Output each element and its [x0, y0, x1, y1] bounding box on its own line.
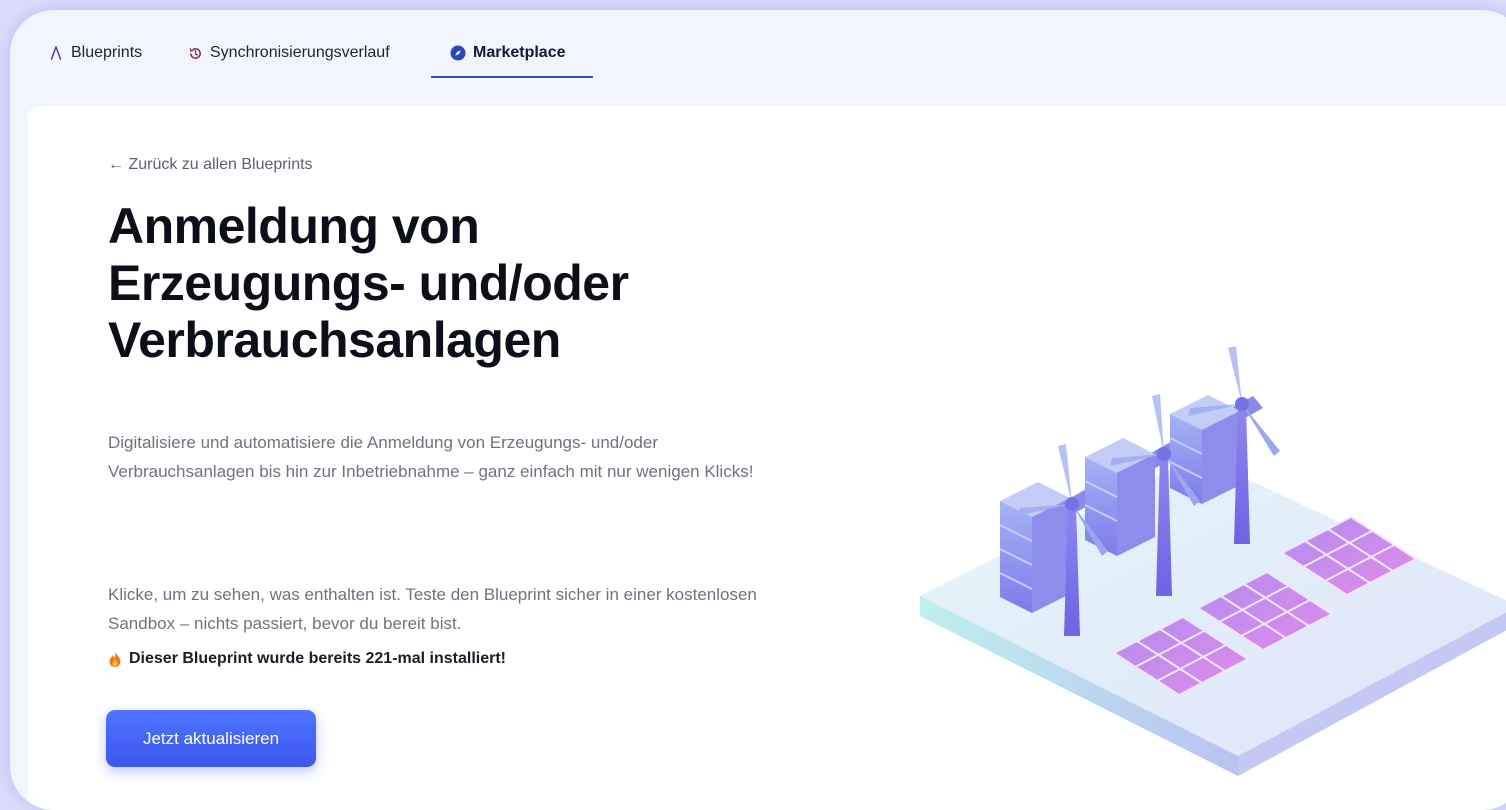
- tab-label: Synchronisierungsverlauf: [210, 44, 390, 61]
- active-tab-indicator: [431, 76, 593, 78]
- tab-blueprints[interactable]: Blueprints: [48, 43, 142, 63]
- history-icon: [187, 45, 203, 61]
- tab-bar: Blueprints Synchronisierungsverlauf Mark…: [10, 10, 1506, 106]
- tab-synchronisierungsverlauf[interactable]: Synchronisierungsverlauf: [187, 43, 390, 63]
- tab-marketplace[interactable]: Marketplace: [450, 43, 566, 63]
- sandbox-text: Klicke, um zu sehen, was enthalten ist. …: [108, 585, 757, 633]
- install-count-note: Dieser Blueprint wurde bereits 221-mal i…: [108, 650, 506, 668]
- compass-drafting-icon: [48, 45, 64, 61]
- install-count-text: Dieser Blueprint wurde bereits 221-mal i…: [129, 650, 507, 667]
- tab-label: Marketplace: [473, 44, 566, 61]
- compass-icon: [450, 45, 466, 61]
- tab-label: Blueprints: [71, 44, 143, 61]
- update-now-button[interactable]: Jetzt aktualisieren: [106, 710, 316, 767]
- description: Digitalisiere und automatisiere die Anme…: [108, 433, 754, 481]
- app-frame: Blueprints Synchronisierungsverlauf Mark…: [10, 10, 1506, 810]
- wind-solar-illustration: [908, 326, 1506, 796]
- fire-icon: [108, 651, 122, 668]
- blueprint-detail-card: ← Zurück zu allen Blueprints Anmeldung v…: [28, 106, 1506, 810]
- page-title: Anmeldung von Erzeugungs- und/oder Verbr…: [108, 198, 629, 368]
- back-link[interactable]: ← Zurück zu allen Blueprints: [108, 156, 313, 174]
